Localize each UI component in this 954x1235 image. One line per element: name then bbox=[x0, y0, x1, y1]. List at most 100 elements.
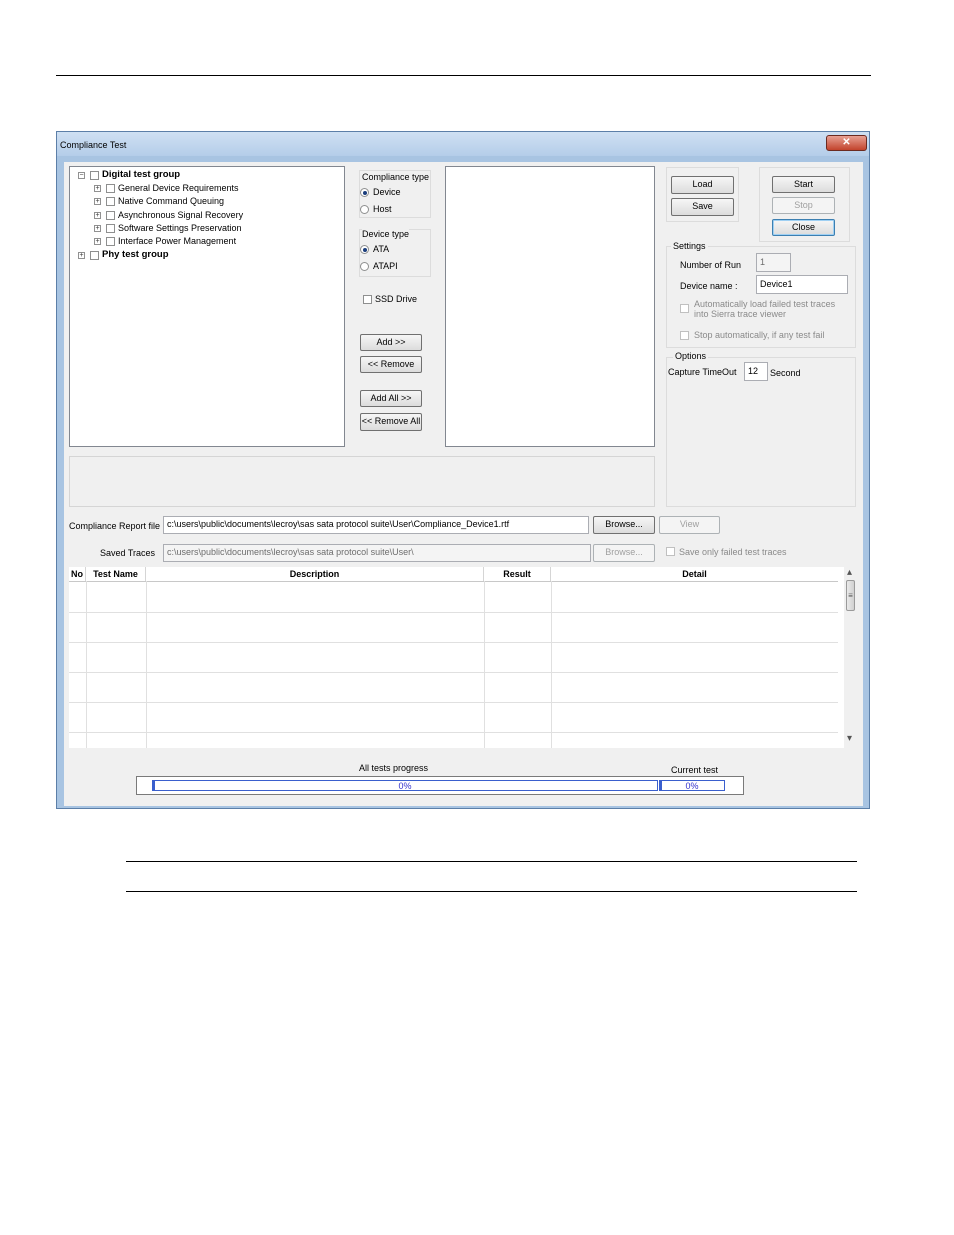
radio-ata-label[interactable]: ATA bbox=[373, 244, 389, 254]
header-divider bbox=[69, 581, 838, 582]
collapse-icon[interactable]: − bbox=[78, 172, 85, 179]
tree-item-checkbox[interactable] bbox=[106, 211, 115, 220]
add-button[interactable]: Add >> bbox=[360, 334, 422, 351]
scroll-up-icon[interactable]: ▴ bbox=[847, 567, 852, 578]
table-row[interactable] bbox=[69, 612, 838, 613]
scrollbar-grip-icon: ≡ bbox=[848, 591, 853, 600]
expand-icon[interactable]: + bbox=[94, 185, 101, 192]
group-checkbox[interactable] bbox=[90, 171, 99, 180]
table-row[interactable] bbox=[69, 642, 838, 643]
window-title: Compliance Test bbox=[60, 140, 127, 150]
current-test-progress-bar: 0% bbox=[659, 780, 725, 791]
expand-icon[interactable]: + bbox=[94, 198, 101, 205]
ssd-drive-label[interactable]: SSD Drive bbox=[375, 294, 417, 304]
radio-device[interactable] bbox=[360, 188, 369, 197]
tree-item[interactable]: General Device Requirements bbox=[118, 183, 239, 193]
selected-tests-list[interactable] bbox=[445, 166, 655, 447]
settings-title: Settings bbox=[671, 241, 708, 251]
footer-rule-top bbox=[126, 861, 857, 862]
progress-frame: 0% 0% bbox=[136, 776, 744, 795]
test-tree[interactable]: − Digital test group + General Device Re… bbox=[69, 166, 345, 447]
all-tests-progress-label: All tests progress bbox=[359, 763, 429, 773]
stop-auto-label[interactable]: Stop automatically, if any test fail bbox=[694, 330, 824, 340]
add-all-button[interactable]: Add All >> bbox=[360, 390, 422, 407]
tree-item[interactable]: Native Command Queuing bbox=[118, 196, 224, 206]
table-row[interactable] bbox=[69, 702, 838, 703]
column-header-result[interactable]: Result bbox=[484, 567, 551, 581]
tree-item-checkbox[interactable] bbox=[106, 197, 115, 206]
ssd-drive-checkbox[interactable] bbox=[363, 295, 372, 304]
report-file-label: Compliance Report file bbox=[69, 521, 161, 531]
auto-load-label-line1[interactable]: Automatically load failed test traces bbox=[694, 299, 835, 309]
auto-load-label-line2[interactable]: into Sierra trace viewer bbox=[694, 309, 786, 319]
auto-load-checkbox[interactable] bbox=[680, 304, 689, 313]
save-button[interactable]: Save bbox=[671, 198, 734, 216]
options-title: Options bbox=[673, 351, 709, 361]
browse-traces-button[interactable]: Browse... bbox=[593, 544, 655, 562]
test-description-panel bbox=[69, 456, 655, 507]
column-header-description[interactable]: Description bbox=[146, 567, 484, 581]
saved-traces-input[interactable]: c:\users\public\documents\lecroy\sas sat… bbox=[163, 544, 591, 562]
browse-report-button[interactable]: Browse... bbox=[593, 516, 655, 534]
column-divider bbox=[86, 581, 87, 748]
header-rule bbox=[56, 75, 871, 76]
capture-timeout-input[interactable]: 12 bbox=[744, 362, 768, 381]
expand-icon[interactable]: + bbox=[78, 252, 85, 259]
expand-icon[interactable]: + bbox=[94, 238, 101, 245]
group-checkbox[interactable] bbox=[90, 251, 99, 260]
radio-atapi[interactable] bbox=[360, 262, 369, 271]
capture-timeout-label: Capture TimeOut bbox=[668, 367, 737, 377]
radio-host-label[interactable]: Host bbox=[373, 204, 392, 214]
close-icon: ✕ bbox=[842, 137, 851, 148]
save-failed-only-label[interactable]: Save only failed test traces bbox=[679, 547, 787, 557]
number-of-run-input[interactable]: 1 bbox=[756, 253, 791, 272]
scrollbar-thumb[interactable]: ≡ bbox=[846, 580, 855, 611]
tree-item[interactable]: Software Settings Preservation bbox=[118, 223, 242, 233]
report-file-input[interactable]: c:\users\public\documents\lecroy\sas sat… bbox=[163, 516, 589, 534]
tree-item-checkbox[interactable] bbox=[106, 184, 115, 193]
tree-group-digital[interactable]: Digital test group bbox=[102, 169, 180, 180]
current-test-progress-value: 0% bbox=[685, 781, 699, 791]
column-header-test-name[interactable]: Test Name bbox=[86, 567, 146, 581]
remove-all-button[interactable]: << Remove All bbox=[360, 413, 422, 431]
start-button[interactable]: Start bbox=[772, 176, 835, 193]
stop-auto-checkbox[interactable] bbox=[680, 331, 689, 340]
close-button[interactable]: Close bbox=[772, 219, 835, 236]
view-button[interactable]: View bbox=[659, 516, 720, 534]
current-test-label: Current test bbox=[671, 765, 719, 775]
tree-item[interactable]: Interface Power Management bbox=[118, 236, 236, 246]
tree-item-checkbox[interactable] bbox=[106, 237, 115, 246]
title-bar[interactable]: Compliance Test ✕ bbox=[57, 132, 869, 156]
table-row[interactable] bbox=[69, 672, 838, 673]
scroll-down-icon[interactable]: ▾ bbox=[847, 733, 852, 744]
all-tests-progress-bar: 0% bbox=[152, 780, 658, 791]
remove-button[interactable]: << Remove bbox=[360, 356, 422, 373]
expand-icon[interactable]: + bbox=[94, 212, 101, 219]
radio-atapi-label[interactable]: ATAPI bbox=[373, 261, 398, 271]
radio-ata[interactable] bbox=[360, 245, 369, 254]
results-table: No Test Name Description Result Detail ▴… bbox=[69, 567, 858, 748]
saved-traces-label: Saved Traces bbox=[100, 548, 156, 558]
load-button[interactable]: Load bbox=[671, 176, 734, 194]
window-close-button[interactable]: ✕ bbox=[826, 135, 867, 151]
radio-device-label[interactable]: Device bbox=[373, 187, 401, 197]
radio-host[interactable] bbox=[360, 205, 369, 214]
dialog-client-area: − Digital test group + General Device Re… bbox=[64, 162, 863, 806]
expand-icon[interactable]: + bbox=[94, 225, 101, 232]
save-failed-only-checkbox[interactable] bbox=[666, 547, 675, 556]
vertical-scrollbar[interactable]: ▴ ≡ ▾ bbox=[844, 567, 858, 748]
column-header-no[interactable]: No bbox=[69, 567, 86, 581]
table-row[interactable] bbox=[69, 732, 838, 733]
all-tests-progress-value: 0% bbox=[398, 781, 412, 791]
device-name-label: Device name : bbox=[680, 281, 738, 291]
stop-button[interactable]: Stop bbox=[772, 197, 835, 214]
tree-group-phy[interactable]: Phy test group bbox=[102, 249, 169, 260]
number-of-run-label: Number of Run bbox=[680, 260, 742, 270]
compliance-type-title: Compliance type bbox=[362, 172, 430, 182]
device-type-title: Device type bbox=[362, 229, 410, 239]
tree-item[interactable]: Asynchronous Signal Recovery bbox=[118, 210, 243, 220]
tree-item-checkbox[interactable] bbox=[106, 224, 115, 233]
compliance-test-dialog: Compliance Test ✕ − Digital test group +… bbox=[56, 131, 870, 809]
device-name-input[interactable]: Device1 bbox=[756, 275, 848, 294]
column-header-detail[interactable]: Detail bbox=[551, 567, 838, 581]
